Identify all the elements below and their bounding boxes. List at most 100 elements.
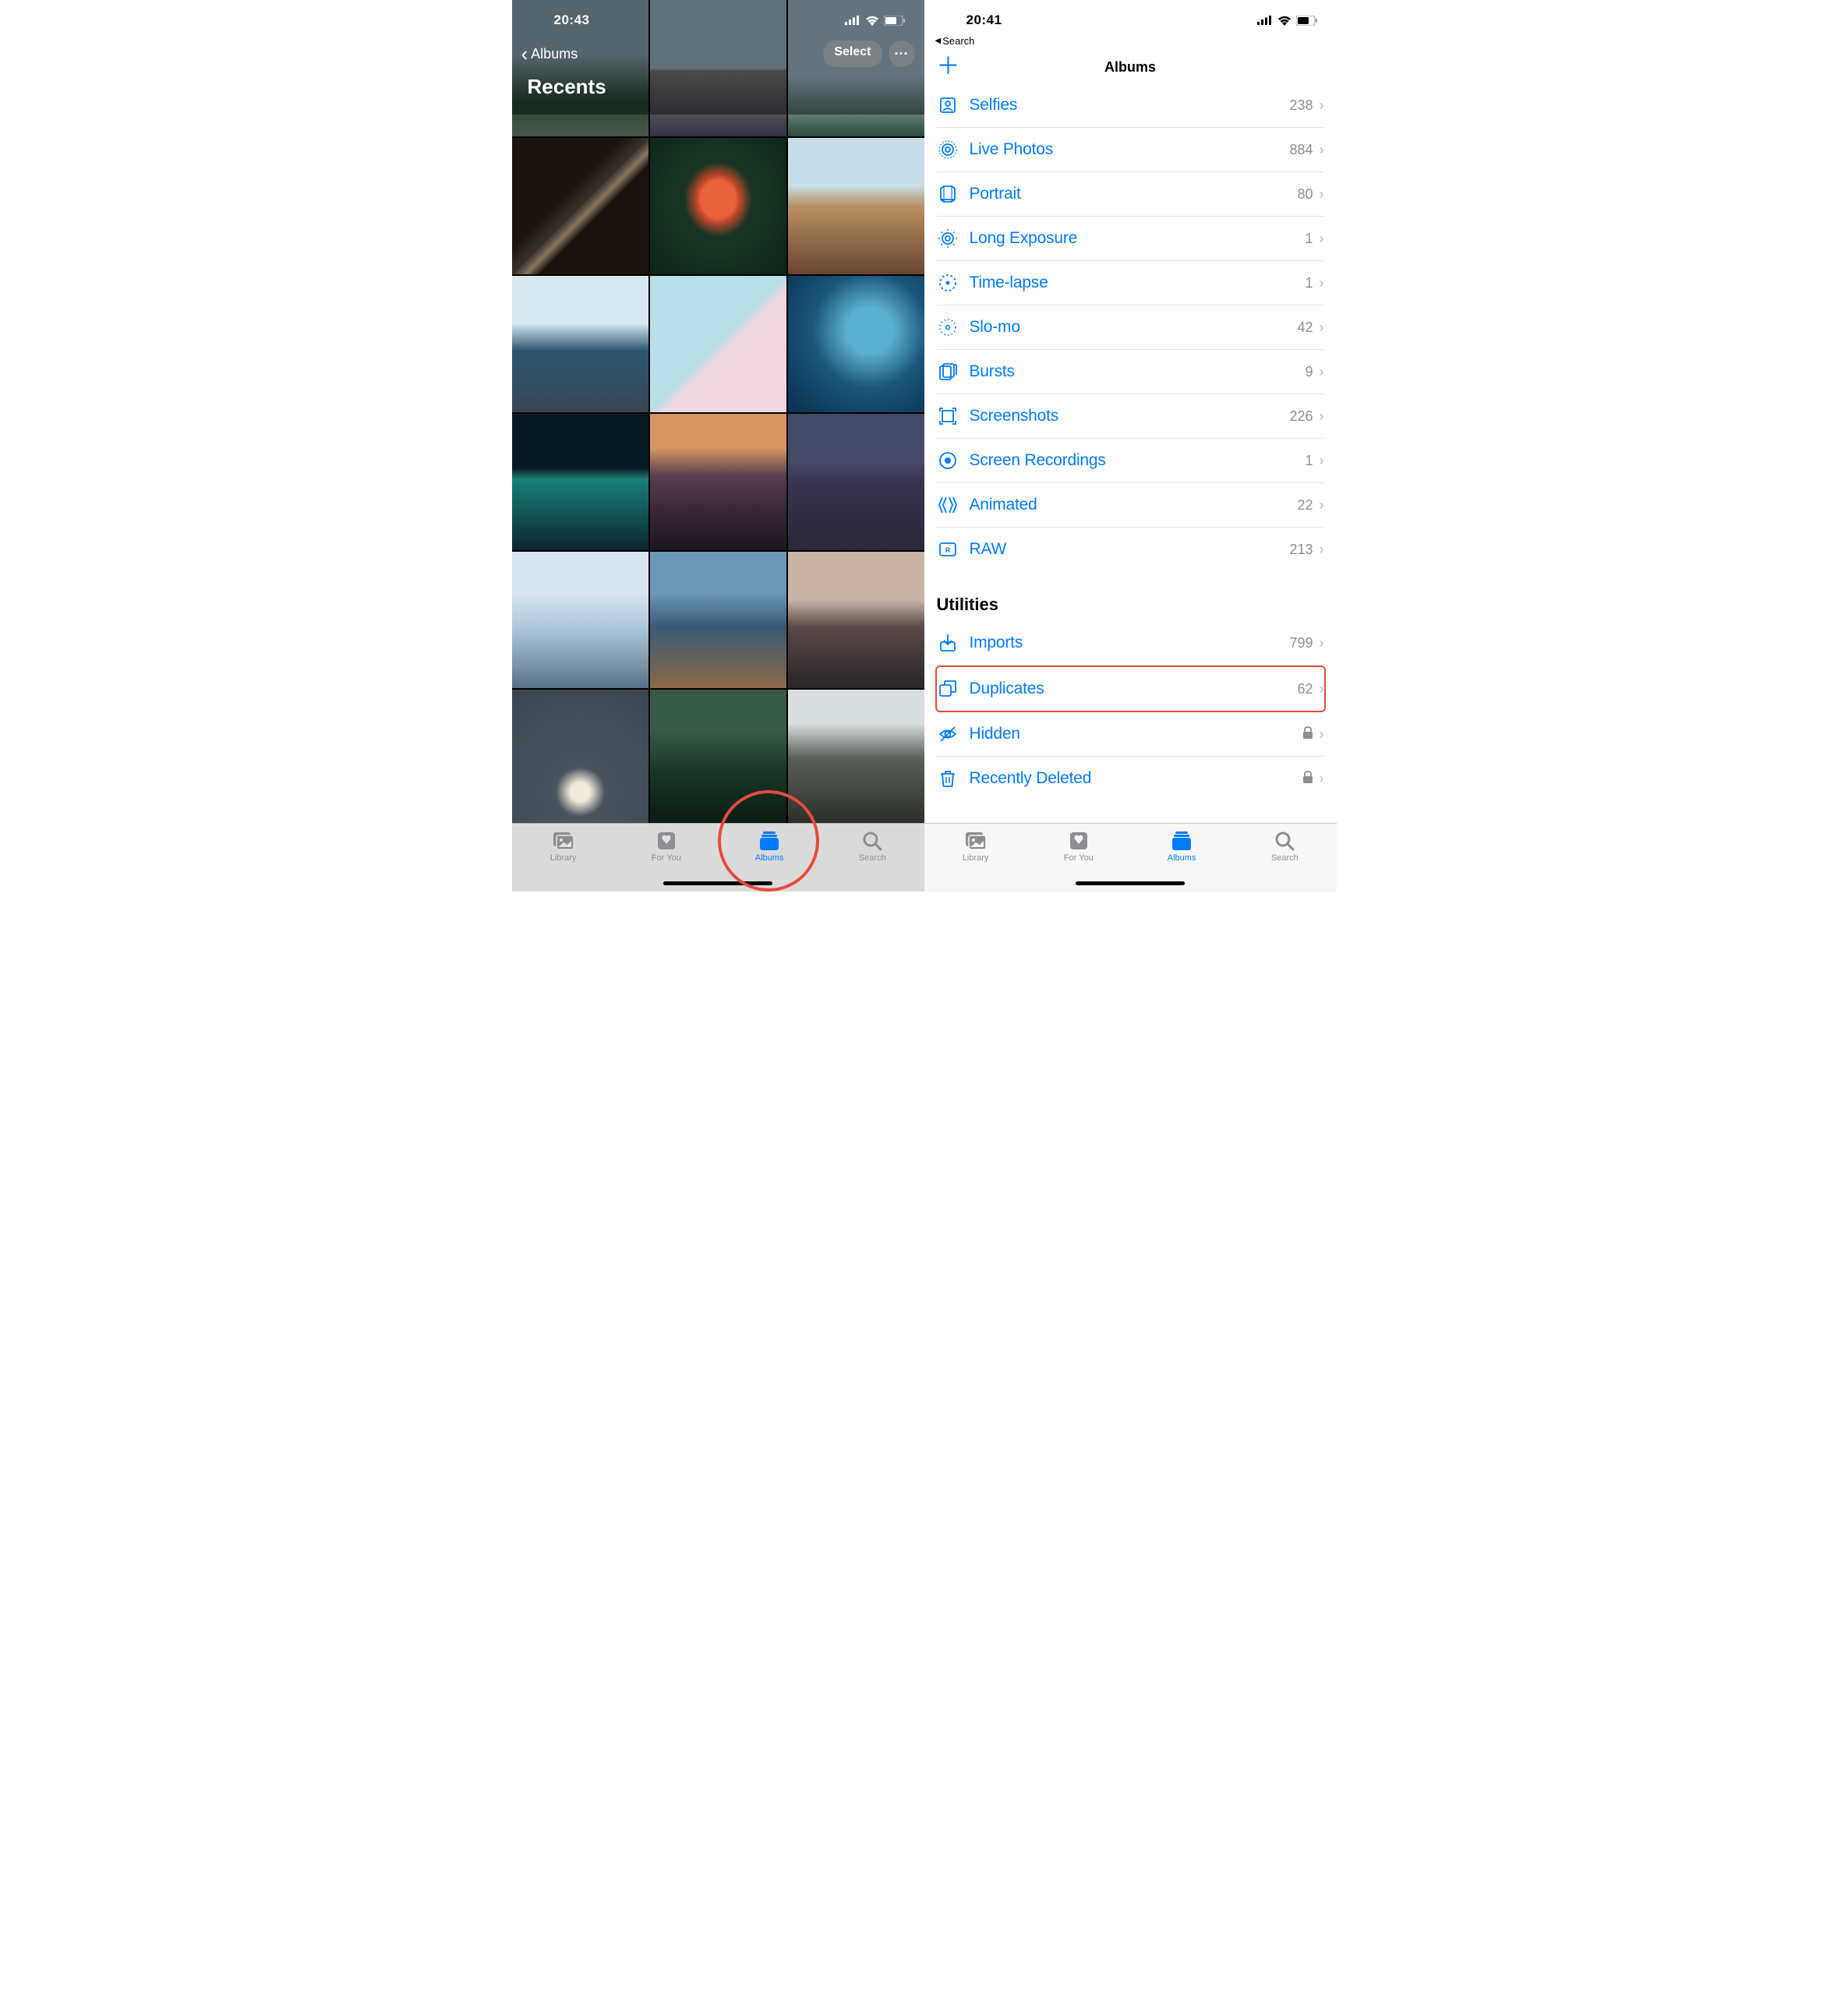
row-label: Animated — [970, 496, 1298, 514]
photo-thumbnail[interactable] — [650, 552, 786, 688]
album-row-timelapse[interactable]: Time-lapse1› — [937, 261, 1324, 305]
status-time: 20:41 — [966, 12, 1002, 28]
album-row-live[interactable]: Live Photos884› — [937, 128, 1324, 172]
row-label: Slo-mo — [970, 318, 1298, 337]
status-icons — [845, 16, 906, 26]
chevron-right-icon: › — [1320, 186, 1324, 203]
page-title: Recents — [512, 73, 924, 107]
hidden-icon — [937, 723, 959, 745]
album-row-imports[interactable]: Imports799› — [937, 621, 1324, 666]
album-row-slomo[interactable]: Slo-mo42 › — [937, 305, 1324, 350]
svg-text:R: R — [945, 546, 950, 554]
triangle-left-icon: ◀ — [935, 37, 942, 45]
status-bar: 20:41 — [924, 0, 1337, 34]
album-row-longexp[interactable]: Long Exposure1› — [937, 217, 1324, 261]
lock-icon — [1302, 726, 1313, 743]
album-row-portrait[interactable]: Portrait80› — [937, 172, 1324, 217]
photo-thumbnail[interactable] — [512, 276, 648, 412]
photo-thumbnail[interactable] — [512, 414, 648, 550]
album-row-bursts[interactable]: Bursts9› — [937, 350, 1324, 394]
row-count: 9 — [1305, 364, 1313, 380]
chevron-right-icon: › — [1320, 408, 1324, 425]
row-label: Recently Deleted — [970, 769, 1302, 788]
row-label: Screen Recordings — [970, 451, 1306, 470]
row-label: RAW — [970, 540, 1290, 559]
chevron-right-icon: › — [1320, 726, 1324, 743]
row-label: Live Photos — [970, 140, 1290, 159]
selfies-icon — [937, 94, 959, 116]
wifi-icon — [865, 16, 879, 26]
portrait-icon — [937, 183, 959, 205]
tab-library[interactable]: Library — [512, 830, 615, 863]
wifi-icon — [1277, 16, 1291, 26]
tab-foryou[interactable]: For You — [1027, 830, 1130, 863]
album-row-screenshot[interactable]: Screenshots226› — [937, 394, 1324, 439]
tab-search[interactable]: Search — [821, 830, 924, 863]
tab-albums[interactable]: Albums — [1130, 830, 1233, 863]
photo-thumbnail[interactable] — [650, 414, 786, 550]
back-button[interactable]: ‹ Albums — [521, 44, 578, 64]
slomo-icon — [937, 316, 959, 338]
status-icons — [1257, 16, 1318, 26]
chevron-left-icon: ‹ — [521, 44, 528, 64]
photo-thumbnail[interactable] — [788, 276, 924, 412]
chevron-right-icon: › — [1320, 231, 1324, 247]
utilities-header: Utilities — [924, 571, 1337, 621]
chevron-right-icon: › — [1320, 320, 1324, 336]
annotation-circle — [718, 790, 819, 892]
chevron-right-icon: › — [1320, 771, 1324, 787]
tab-bar: Library For You Albums Search — [924, 823, 1337, 892]
album-row-recording[interactable]: Screen Recordings1 › — [937, 439, 1324, 483]
tab-search[interactable]: Search — [1233, 830, 1336, 863]
select-button[interactable]: Select — [823, 41, 882, 67]
chevron-right-icon: › — [1320, 453, 1324, 469]
duplicates-icon — [937, 678, 959, 700]
photo-thumbnail[interactable] — [788, 414, 924, 550]
photo-thumbnail[interactable] — [788, 690, 924, 826]
chevron-right-icon: › — [1320, 275, 1324, 291]
row-label: Selfies — [970, 96, 1290, 115]
back-label: Albums — [531, 46, 578, 62]
album-row-animated[interactable]: Animated22› — [937, 483, 1324, 528]
photo-thumbnail[interactable] — [788, 138, 924, 274]
foryou-icon — [655, 830, 677, 852]
album-row-raw[interactable]: RRAW213› — [937, 528, 1324, 571]
row-label: Long Exposure — [970, 229, 1306, 248]
row-count: 42 — [1297, 320, 1313, 336]
timelapse-icon — [937, 272, 959, 294]
album-row-trash[interactable]: Recently Deleted › — [937, 757, 1324, 800]
row-label: Screenshots — [970, 407, 1290, 425]
album-row-hidden[interactable]: Hidden› — [937, 712, 1324, 757]
albums-icon — [1170, 830, 1193, 852]
media-types-list: Selfies238›Live Photos884›Portrait80›Lon… — [924, 83, 1337, 571]
home-indicator[interactable] — [1076, 881, 1185, 885]
photo-thumbnail[interactable] — [512, 138, 648, 274]
more-button[interactable]: ··· — [889, 41, 915, 67]
trash-icon — [937, 768, 959, 789]
photo-thumbnail[interactable] — [650, 276, 786, 412]
photo-thumbnail[interactable] — [512, 552, 648, 688]
chevron-right-icon: › — [1320, 635, 1324, 651]
row-count: 1 — [1305, 453, 1313, 469]
photo-thumbnail[interactable] — [788, 552, 924, 688]
chevron-right-icon: › — [1320, 97, 1324, 114]
photo-thumbnail[interactable] — [512, 690, 648, 826]
tab-foryou[interactable]: For You — [615, 830, 718, 863]
page-title: Albums — [937, 59, 1324, 76]
live-icon — [937, 139, 959, 161]
photo-thumbnail[interactable] — [650, 138, 786, 274]
raw-icon: R — [937, 538, 959, 560]
recording-icon — [937, 450, 959, 471]
longexp-icon — [937, 228, 959, 249]
breadcrumb-back[interactable]: ◀ Search — [924, 34, 1337, 48]
photo-grid — [512, 0, 924, 826]
row-label: Bursts — [970, 362, 1306, 381]
album-row-duplicates[interactable]: Duplicates62› — [935, 666, 1326, 712]
tab-library[interactable]: Library — [924, 830, 1027, 863]
status-time: 20:43 — [554, 12, 590, 28]
album-row-selfies[interactable]: Selfies238› — [937, 83, 1324, 128]
right-phone-albums: 20:41 ◀ Search ＋ Albums Selfies238›Live … — [924, 0, 1337, 892]
chevron-right-icon: › — [1320, 497, 1324, 514]
cellular-icon — [845, 16, 860, 25]
row-label: Imports — [970, 634, 1290, 652]
